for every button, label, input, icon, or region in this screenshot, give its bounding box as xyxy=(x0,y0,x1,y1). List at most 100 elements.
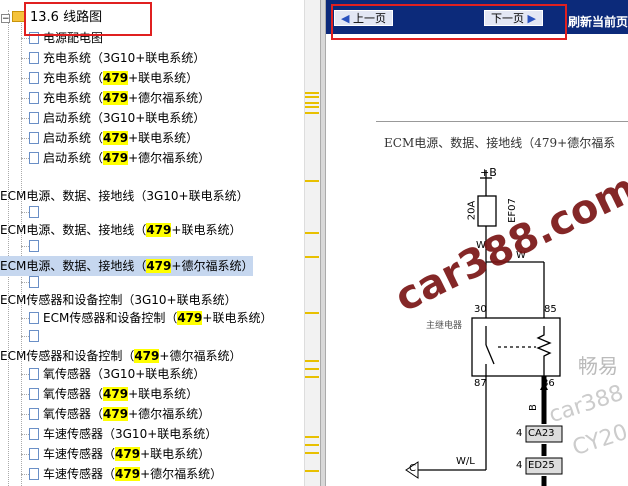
document-icon xyxy=(29,408,39,420)
tree-item-label: 启动系统（3G10+联电系统） xyxy=(43,111,206,125)
tree-item-label: 氧传感器（ xyxy=(43,407,104,421)
document-icon xyxy=(29,206,39,218)
tree-item-page[interactable]: 充电系统（3G10+联电系统） xyxy=(29,48,205,68)
tree-guide-line xyxy=(8,10,9,486)
tree-item-page[interactable]: 启动系统（479+联电系统） xyxy=(29,128,198,148)
label-relay: 主继电器 xyxy=(426,321,463,331)
search-hit-marker[interactable] xyxy=(305,470,319,472)
tree-item-page[interactable]: 氧传感器（479+联电系统） xyxy=(29,384,198,404)
tree-item-label: +联电系统） xyxy=(128,71,199,85)
document-icon xyxy=(29,240,39,252)
tree-guide-line xyxy=(21,374,29,375)
tree-item-label: 车速传感器（ xyxy=(43,447,116,461)
collapse-icon[interactable]: − xyxy=(1,14,10,24)
label-connector-c: C xyxy=(409,463,416,474)
search-highlight: 479 xyxy=(103,91,129,105)
tree-guide-line xyxy=(21,414,29,415)
search-highlight: 479 xyxy=(103,407,129,421)
search-highlight: 479 xyxy=(134,349,160,363)
tree-scroll-marker-strip[interactable] xyxy=(304,0,321,486)
search-hit-marker[interactable] xyxy=(305,112,319,114)
label-ca23: CA23 xyxy=(528,428,555,439)
document-icon xyxy=(29,388,39,400)
label-conn-pin: 4 xyxy=(516,428,523,439)
relay-coil xyxy=(536,326,552,376)
tree-guide-line xyxy=(21,336,29,337)
document-icon xyxy=(29,312,39,324)
search-hit-marker[interactable] xyxy=(305,436,319,438)
search-hit-marker[interactable] xyxy=(305,376,319,378)
tree-item-label: +德尔福系统） xyxy=(171,259,254,273)
tree-item-page[interactable] xyxy=(29,202,43,222)
tree-guide-line xyxy=(21,474,29,475)
search-hit-marker[interactable] xyxy=(305,312,319,314)
annotation-box-nav xyxy=(331,4,567,40)
document-icon xyxy=(29,428,39,440)
tree-item-page[interactable] xyxy=(29,272,43,292)
label-plus-b: +B xyxy=(480,166,497,179)
tree-item-label: ECM电源、数据、接地线（3G10+联电系统） xyxy=(0,189,249,203)
tree-item-label: +德尔福系统） xyxy=(128,407,211,421)
search-highlight: 479 xyxy=(103,71,129,85)
search-hit-marker[interactable] xyxy=(305,92,319,94)
tree-item-section[interactable]: ECM传感器和设备控制（3G10+联电系统） xyxy=(0,290,237,310)
search-hit-marker[interactable] xyxy=(305,256,319,258)
tree-guide-line xyxy=(21,434,29,435)
search-hit-marker[interactable] xyxy=(305,368,319,370)
relay-contact xyxy=(485,344,495,365)
tree-item-label: +联电系统） xyxy=(202,311,273,325)
tree-item-page[interactable]: 车速传感器（479+联电系统） xyxy=(29,444,210,464)
tree-guide-line xyxy=(21,118,29,119)
tree-item-page[interactable]: 车速传感器（3G10+联电系统） xyxy=(29,424,217,444)
label-ed25: ED25 xyxy=(528,460,555,471)
watermark-text: 畅易 xyxy=(578,354,618,378)
search-hit-marker[interactable] xyxy=(305,360,319,362)
tree-guide-line xyxy=(21,158,29,159)
tree-guide-line xyxy=(21,20,22,486)
tree-item-label: 启动系统（ xyxy=(43,131,104,145)
tree-item-page[interactable]: 启动系统（3G10+联电系统） xyxy=(29,108,205,128)
search-hit-marker[interactable] xyxy=(305,102,319,104)
tree-item-page[interactable]: 氧传感器（479+德尔福系统） xyxy=(29,404,210,424)
tree-item-page[interactable]: 氧传感器（3G10+联电系统） xyxy=(29,364,205,384)
search-highlight: 479 xyxy=(103,387,129,401)
diagram-viewer: ◀ 上一页 下一页 ▶ 刷新当前页 ECM电源、数据、接地线（479+德尔福系 xyxy=(326,0,628,486)
document-icon xyxy=(29,368,39,380)
search-hit-marker[interactable] xyxy=(305,180,319,182)
tree-item-label: +德尔福系统） xyxy=(128,151,211,165)
tree-item-page[interactable]: 充电系统（479+联电系统） xyxy=(29,68,198,88)
tree-item-page[interactable]: 启动系统（479+德尔福系统） xyxy=(29,148,210,168)
label-fuse-rating: 20A xyxy=(466,200,478,221)
search-highlight: 479 xyxy=(146,259,172,273)
search-hit-marker[interactable] xyxy=(305,452,319,454)
tree-item-page[interactable]: 充电系统（479+德尔福系统） xyxy=(29,88,210,108)
tree-guide-line xyxy=(21,318,29,319)
fuse-body xyxy=(477,195,497,227)
tree-item-label: 充电系统（3G10+联电系统） xyxy=(43,51,206,65)
tree-item-label: +德尔福系统） xyxy=(140,467,223,481)
tree-item-label: +联电系统） xyxy=(140,447,211,461)
search-hit-marker[interactable] xyxy=(305,444,319,446)
tree-item-section[interactable]: ECM传感器和设备控制（479+德尔福系统） xyxy=(0,346,241,366)
search-hit-marker[interactable] xyxy=(305,106,319,108)
label-wire-wl: W/L xyxy=(456,456,475,467)
search-hit-marker[interactable] xyxy=(305,96,319,98)
tree-item-label: 充电系统（ xyxy=(43,71,104,85)
tree-item-label: ECM传感器和设备控制（3G10+联电系统） xyxy=(0,293,237,307)
tree-item-page[interactable] xyxy=(29,326,43,346)
tree-item-label: +联电系统） xyxy=(128,131,199,145)
search-hit-marker[interactable] xyxy=(305,232,319,234)
search-highlight: 479 xyxy=(103,151,129,165)
document-icon xyxy=(29,52,39,64)
tree-item-page[interactable]: 车速传感器（479+德尔福系统） xyxy=(29,464,222,484)
label-wire-b: B xyxy=(527,404,539,411)
tree-item-page[interactable] xyxy=(29,236,43,256)
tree-item-page[interactable]: ECM传感器和设备控制（479+联电系统） xyxy=(29,308,272,328)
document-icon xyxy=(29,152,39,164)
tree-item-label: 氧传感器（ xyxy=(43,387,104,401)
tree-item-label: +联电系统） xyxy=(128,387,199,401)
tree-item-label: 启动系统（ xyxy=(43,151,104,165)
tree-item-label: 车速传感器（ xyxy=(43,467,116,481)
tree-item-label: +德尔福系统） xyxy=(128,91,211,105)
tree-item-label: 充电系统（ xyxy=(43,91,104,105)
